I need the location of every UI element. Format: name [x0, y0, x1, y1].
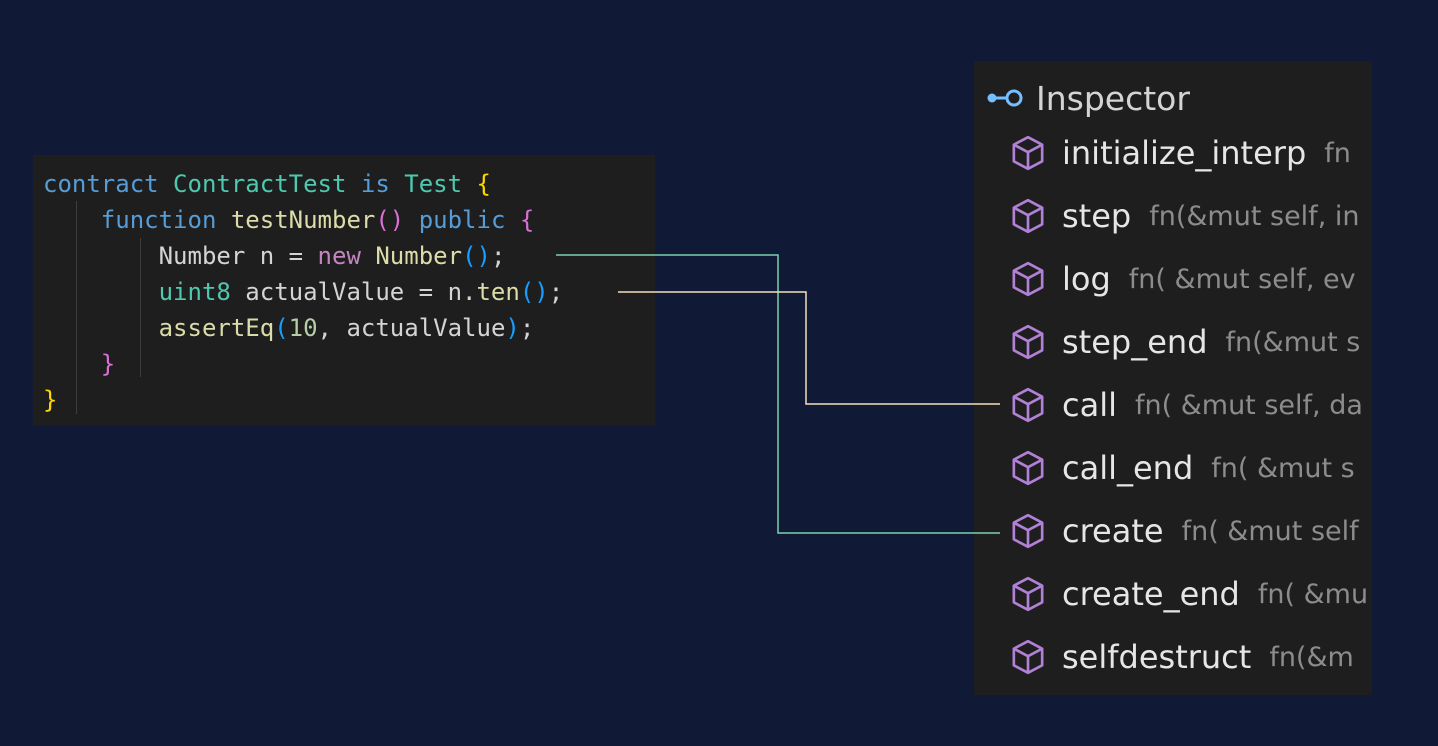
method-cube-icon	[1012, 576, 1044, 612]
inspector-member-selfdestruct[interactable]: selfdestruct fn(&m	[1008, 628, 1354, 686]
code-token: ()	[462, 242, 491, 270]
member-signature: fn(&mut s	[1225, 326, 1361, 358]
code-token: ten	[476, 278, 520, 306]
code-token: ;	[519, 314, 535, 342]
inspector-member-step-end[interactable]: step_end fn(&mut s	[1008, 313, 1360, 371]
code-token: testNumber	[230, 206, 376, 234]
code-token: assertEq	[158, 314, 275, 342]
code-line: contract ContractTest is Test {	[43, 170, 491, 198]
connector-ten-to-call	[618, 291, 1000, 405]
code-line: function testNumber() public {	[43, 206, 535, 234]
code-token: (	[274, 314, 289, 342]
code-token: is	[360, 170, 390, 198]
code-token: }	[43, 386, 58, 414]
code-token: contract	[43, 170, 159, 198]
code-line: }	[43, 386, 57, 414]
code-token: ;	[490, 242, 506, 270]
inspector-member-call-end[interactable]: call_end fn( &mut s	[1008, 439, 1355, 497]
member-signature: fn(&m	[1269, 641, 1354, 673]
member-name: create	[1062, 512, 1164, 550]
code-token: uint8	[158, 278, 231, 306]
code-token: , actualValue	[317, 314, 506, 342]
member-signature: fn( &mut s	[1211, 452, 1355, 484]
inspector-header: Inspector	[986, 69, 1190, 127]
code-token: ContractTest	[173, 170, 347, 198]
method-cube-icon	[1012, 198, 1044, 234]
code-token: }	[100, 350, 116, 378]
code-token: ()	[375, 206, 405, 234]
member-name: create_end	[1062, 575, 1240, 613]
inspector-member-initialize-interp[interactable]: initialize_interp fn	[1008, 124, 1351, 182]
member-signature: fn(&mut self, in	[1149, 200, 1360, 232]
method-cube-icon	[1012, 387, 1044, 423]
code-token: actualValue = n.	[230, 278, 477, 306]
member-signature: fn( &mut self	[1181, 515, 1359, 547]
code-token: Number n =	[158, 242, 318, 270]
code-line: assertEq(10, actualValue);	[43, 314, 535, 342]
code-token: Test	[404, 170, 463, 198]
code-token: ;	[548, 278, 564, 306]
member-name: step	[1062, 197, 1132, 235]
code-line: Number n = new Number();	[43, 242, 506, 270]
code-token: Number	[375, 242, 463, 270]
code-token: {	[519, 206, 535, 234]
member-name: call_end	[1062, 449, 1194, 487]
code-token: ()	[519, 278, 549, 306]
member-signature: fn	[1324, 137, 1351, 169]
inspector-title: Inspector	[1036, 78, 1190, 118]
method-cube-icon	[1012, 324, 1044, 360]
method-cube-icon	[1012, 135, 1044, 171]
method-cube-icon	[1012, 639, 1044, 675]
inspector-member-create-end[interactable]: create_end fn( &mu	[1008, 565, 1368, 623]
inspector-member-step[interactable]: step fn(&mut self, in	[1008, 187, 1359, 245]
code-block: contract ContractTest is Test { function…	[43, 166, 563, 418]
code-editor-panel: contract ContractTest is Test { function…	[33, 155, 655, 426]
code-token: public	[418, 206, 506, 234]
member-name: step_end	[1062, 323, 1208, 361]
member-signature: fn( &mut self, ev	[1128, 263, 1356, 295]
code-line: }	[43, 350, 115, 378]
interface-icon	[987, 89, 1023, 107]
member-signature: fn( &mut self, da	[1134, 389, 1363, 421]
code-line: uint8 actualValue = n.ten();	[43, 278, 564, 306]
code-token: function	[100, 206, 217, 234]
method-cube-icon	[1012, 513, 1044, 549]
inspector-member-create[interactable]: create fn( &mut self	[1008, 502, 1359, 560]
inspector-panel: Inspector initialize_interp fn step fn(&mut…	[974, 61, 1372, 695]
code-token: 10	[288, 314, 318, 342]
code-token: {	[476, 170, 491, 198]
method-cube-icon	[1012, 261, 1044, 297]
code-token: )	[505, 314, 520, 342]
code-token: new	[317, 242, 361, 270]
inspector-member-log[interactable]: log fn( &mut self, ev	[1008, 250, 1356, 308]
method-cube-icon	[1012, 450, 1044, 486]
member-signature: fn( &mu	[1257, 578, 1369, 610]
member-name: log	[1062, 260, 1111, 298]
inspector-member-call[interactable]: call fn( &mut self, da	[1008, 376, 1363, 434]
member-name: call	[1062, 386, 1117, 424]
member-name: initialize_interp	[1062, 134, 1307, 172]
member-name: selfdestruct	[1062, 638, 1252, 676]
